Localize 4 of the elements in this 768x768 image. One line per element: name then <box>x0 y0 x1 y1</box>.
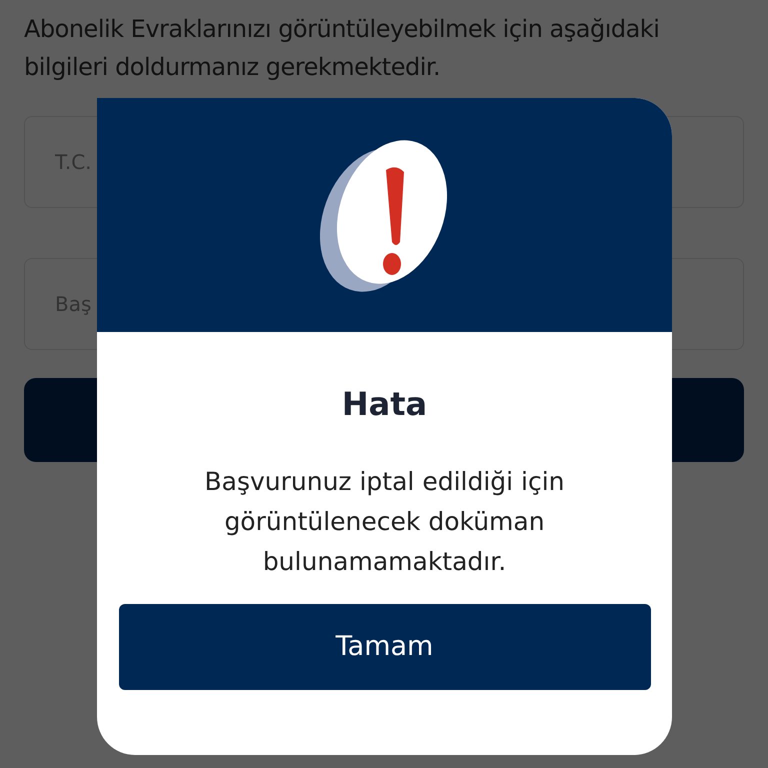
dialog-message: Başvurunuz iptal edildiği için görüntülenecek doküman bulunamamaktadır. <box>203 466 566 578</box>
ok-button[interactable]: Tamam <box>118 604 650 690</box>
dialog-title: Hata <box>340 384 428 425</box>
intro-text: Abonelik Evraklarınızı görüntüleyebilmek için aşağıdaki bilgileri doldurmanız gerekmektedir. <box>24 14 660 83</box>
